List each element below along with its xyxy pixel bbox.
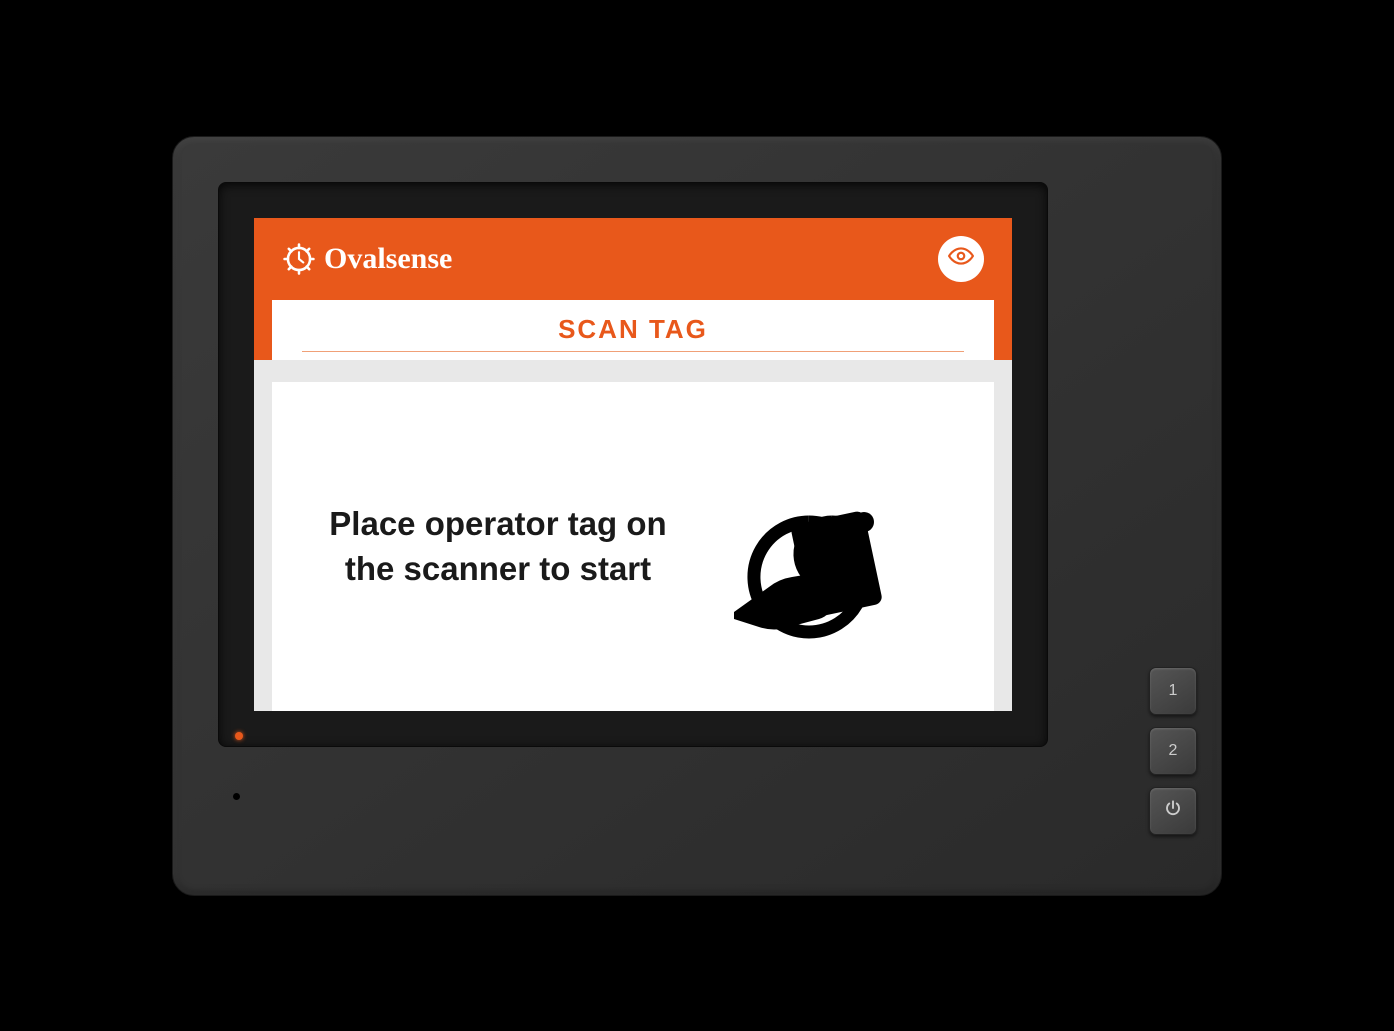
brand-name: Ovalsense <box>324 242 452 276</box>
brand-logo: Ovalsense <box>282 242 452 276</box>
touchscreen[interactable]: Ovalsense SCAN TAG Place operator tag <box>254 218 1012 711</box>
page-title: SCAN TAG <box>302 314 964 352</box>
screen-bezel: Ovalsense SCAN TAG Place operator tag <box>218 182 1048 747</box>
hardware-button-power[interactable] <box>1149 787 1197 835</box>
instruction-text: Place operator tag on the scanner to sta… <box>302 502 704 591</box>
hardware-button-1[interactable]: 1 <box>1149 667 1197 715</box>
status-led <box>235 732 243 740</box>
power-icon <box>1164 799 1182 822</box>
device-frame: Ovalsense SCAN TAG Place operator tag <box>172 136 1222 896</box>
microphone <box>233 793 240 800</box>
visibility-button[interactable] <box>938 236 984 282</box>
nfc-scan-icon <box>704 447 964 647</box>
header-bar: Ovalsense <box>254 218 1012 300</box>
button-1-label: 1 <box>1169 682 1178 700</box>
hardware-button-panel: 1 2 <box>1149 667 1197 835</box>
eye-icon <box>948 243 974 274</box>
hardware-button-2[interactable]: 2 <box>1149 727 1197 775</box>
button-2-label: 2 <box>1169 742 1178 760</box>
gear-clock-icon <box>282 242 316 276</box>
content-area: Place operator tag on the scanner to sta… <box>272 382 994 711</box>
title-section: SCAN TAG <box>254 300 1012 360</box>
